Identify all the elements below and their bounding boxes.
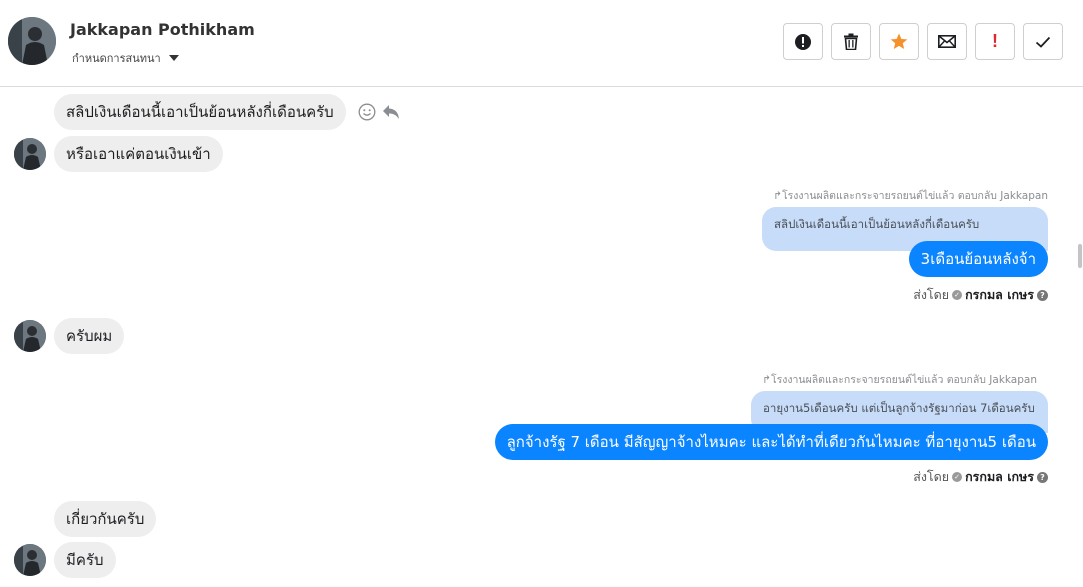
contact-avatar[interactable]	[8, 17, 56, 65]
incoming-message-bubble[interactable]: สลิปเงินเดือนนี้เอาเป็นย้อนหลังกี่เดือนค…	[54, 94, 346, 130]
envelope-icon	[938, 35, 956, 48]
incoming-message-bubble[interactable]: หรือเอาแค่ตอนเงินเข้า	[54, 136, 223, 172]
message-actions	[358, 103, 400, 121]
sent-by-info: ส่งโดย ✓ กรกมล เกษร ?	[913, 467, 1048, 487]
sent-by-info: ส่งโดย ✓ กรกมล เกษร ?	[913, 285, 1048, 305]
caret-down-icon	[168, 55, 179, 61]
incoming-message-row: หรือเอาแค่ตอนเงินเข้า	[14, 136, 223, 172]
avatar-photo	[14, 544, 46, 576]
assign-conversation-dropdown[interactable]: กำหนดการสนทนา	[72, 49, 179, 67]
incoming-message-bubble[interactable]: เกี่ยวกันครับ	[54, 501, 157, 537]
incoming-message-bubble[interactable]: ครับผม	[54, 318, 125, 354]
sender-avatar	[14, 138, 46, 170]
avatar-photo	[14, 138, 46, 170]
outgoing-message-bubble[interactable]: 3เดือนย้อนหลังจ้า	[908, 241, 1048, 277]
delete-button[interactable]	[831, 23, 871, 60]
alert-circle-icon	[795, 33, 811, 50]
assign-label: กำหนดการสนทนา	[72, 52, 161, 65]
outgoing-message-bubble[interactable]: ลูกจ้างรัฐ 7 เดือน มีสัญญาจ้างไหมคะ และไ…	[494, 424, 1048, 460]
sent-by-label: ส่งโดย	[913, 287, 950, 302]
exclamation-icon: !	[992, 31, 998, 51]
incoming-message-row: มีครับ	[14, 542, 116, 578]
avatar-photo	[14, 320, 46, 352]
verified-icon: ✓	[952, 290, 963, 300]
help-icon[interactable]: ?	[1037, 289, 1048, 301]
trash-icon	[844, 33, 858, 50]
sender-avatar	[14, 320, 46, 352]
reply-icon[interactable]	[382, 104, 400, 120]
incoming-message-row: สลิปเงินเดือนนี้เอาเป็นย้อนหลังกี่เดือนค…	[54, 94, 400, 130]
star-icon	[890, 33, 908, 49]
incoming-message-row: เกี่ยวกันครับ	[54, 501, 157, 537]
sent-by-label: ส่งโดย	[913, 469, 950, 484]
conversation-toolbar: !	[783, 23, 1063, 60]
mark-done-button[interactable]	[1023, 23, 1063, 60]
emoji-reaction-icon[interactable]	[358, 103, 376, 121]
reply-context: ↱โรงงานผลิตและกระจายรถยนต์ไข่แล้ว ตอบกลั…	[762, 374, 1037, 386]
sender-avatar	[14, 544, 46, 576]
reply-context: ↱โรงงานผลิตและกระจายรถยนต์ไข่แล้ว ตอบกลั…	[773, 190, 1048, 202]
agent-name: กรกมล เกษร	[965, 287, 1034, 302]
checkmark-icon	[1035, 36, 1051, 48]
avatar-photo	[8, 17, 56, 65]
mark-important-button[interactable]: !	[975, 23, 1015, 60]
star-button[interactable]	[879, 23, 919, 60]
mark-spam-button[interactable]	[783, 23, 823, 60]
mark-unread-button[interactable]	[927, 23, 967, 60]
scrollbar-thumb[interactable]	[1078, 244, 1082, 268]
verified-icon: ✓	[952, 472, 963, 482]
conversation-header: Jakkapan Pothikham กำหนดการสนทนา !	[0, 0, 1083, 87]
contact-name: Jakkapan Pothikham	[70, 20, 255, 39]
incoming-message-bubble[interactable]: มีครับ	[54, 542, 116, 578]
incoming-message-row: ครับผม	[14, 318, 125, 354]
agent-name: กรกมล เกษร	[965, 469, 1034, 484]
help-icon[interactable]: ?	[1037, 471, 1048, 483]
